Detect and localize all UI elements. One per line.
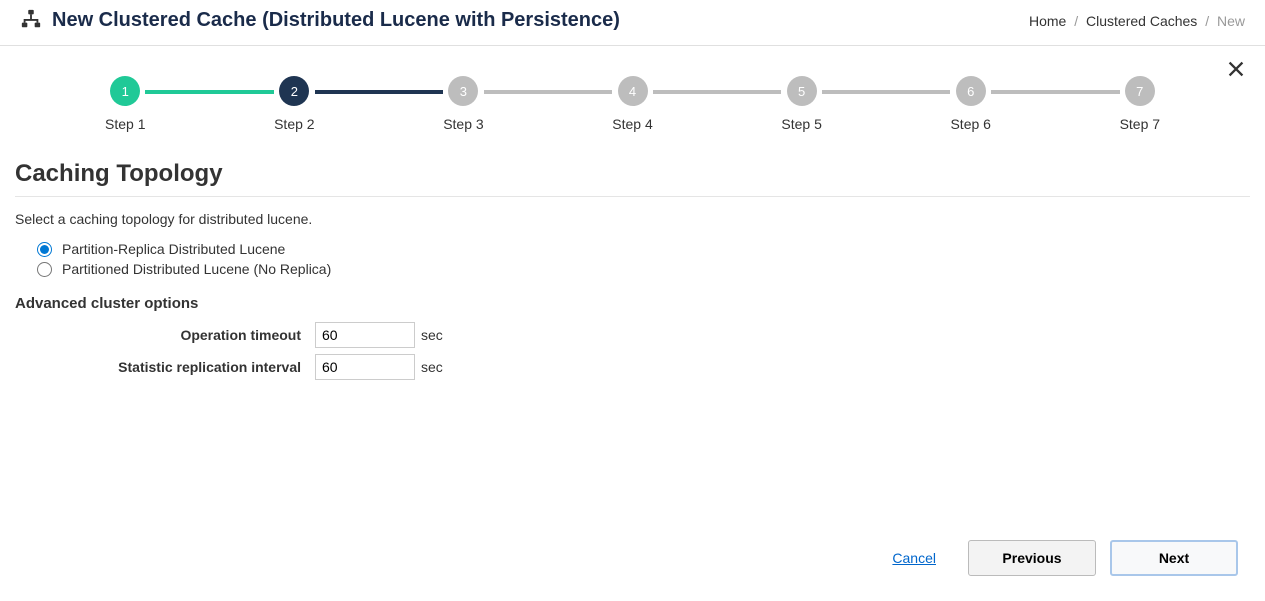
radio-partition-replica-label[interactable]: Partition-Replica Distributed Lucene — [62, 241, 285, 257]
breadcrumb-clustered-caches[interactable]: Clustered Caches — [1086, 13, 1197, 29]
page-header: New Clustered Cache (Distributed Lucene … — [0, 0, 1265, 46]
sitemap-icon — [20, 8, 42, 33]
step-7[interactable]: 7 Step 7 — [1120, 76, 1160, 132]
radio-partitioned-no-replica[interactable] — [37, 262, 52, 277]
previous-button[interactable]: Previous — [968, 540, 1096, 576]
breadcrumb-current: New — [1217, 13, 1245, 29]
wizard-footer: Cancel Previous Next — [15, 530, 1250, 586]
statistic-interval-input[interactable] — [315, 354, 415, 380]
next-button[interactable]: Next — [1110, 540, 1238, 576]
section-description: Select a caching topology for distribute… — [15, 211, 1250, 227]
statistic-interval-label: Statistic replication interval — [15, 359, 315, 375]
topology-radio-group: Partition-Replica Distributed Lucene Par… — [37, 241, 1250, 277]
step-3[interactable]: 3 Step 3 — [443, 76, 483, 132]
advanced-options-title: Advanced cluster options — [15, 295, 1250, 312]
step-1[interactable]: 1 Step 1 — [105, 76, 145, 132]
radio-partition-replica[interactable] — [37, 242, 52, 257]
step-5[interactable]: 5 Step 5 — [781, 76, 821, 132]
operation-timeout-label: Operation timeout — [15, 327, 315, 343]
step-2[interactable]: 2 Step 2 — [274, 76, 314, 132]
stepper: 1 Step 1 2 Step 2 3 Step 3 4 Step 4 5 St… — [15, 46, 1250, 142]
cancel-link[interactable]: Cancel — [892, 550, 936, 566]
radio-partitioned-no-replica-label[interactable]: Partitioned Distributed Lucene (No Repli… — [62, 261, 331, 277]
breadcrumb-home[interactable]: Home — [1029, 13, 1066, 29]
step-4[interactable]: 4 Step 4 — [612, 76, 652, 132]
close-icon[interactable] — [1225, 58, 1247, 83]
operation-timeout-unit: sec — [421, 327, 443, 343]
operation-timeout-input[interactable] — [315, 322, 415, 348]
section-title: Caching Topology — [15, 160, 1250, 197]
page-title: New Clustered Cache (Distributed Lucene … — [52, 9, 620, 32]
statistic-interval-unit: sec — [421, 359, 443, 375]
breadcrumb: Home / Clustered Caches / New — [1029, 13, 1245, 29]
step-6[interactable]: 6 Step 6 — [950, 76, 990, 132]
